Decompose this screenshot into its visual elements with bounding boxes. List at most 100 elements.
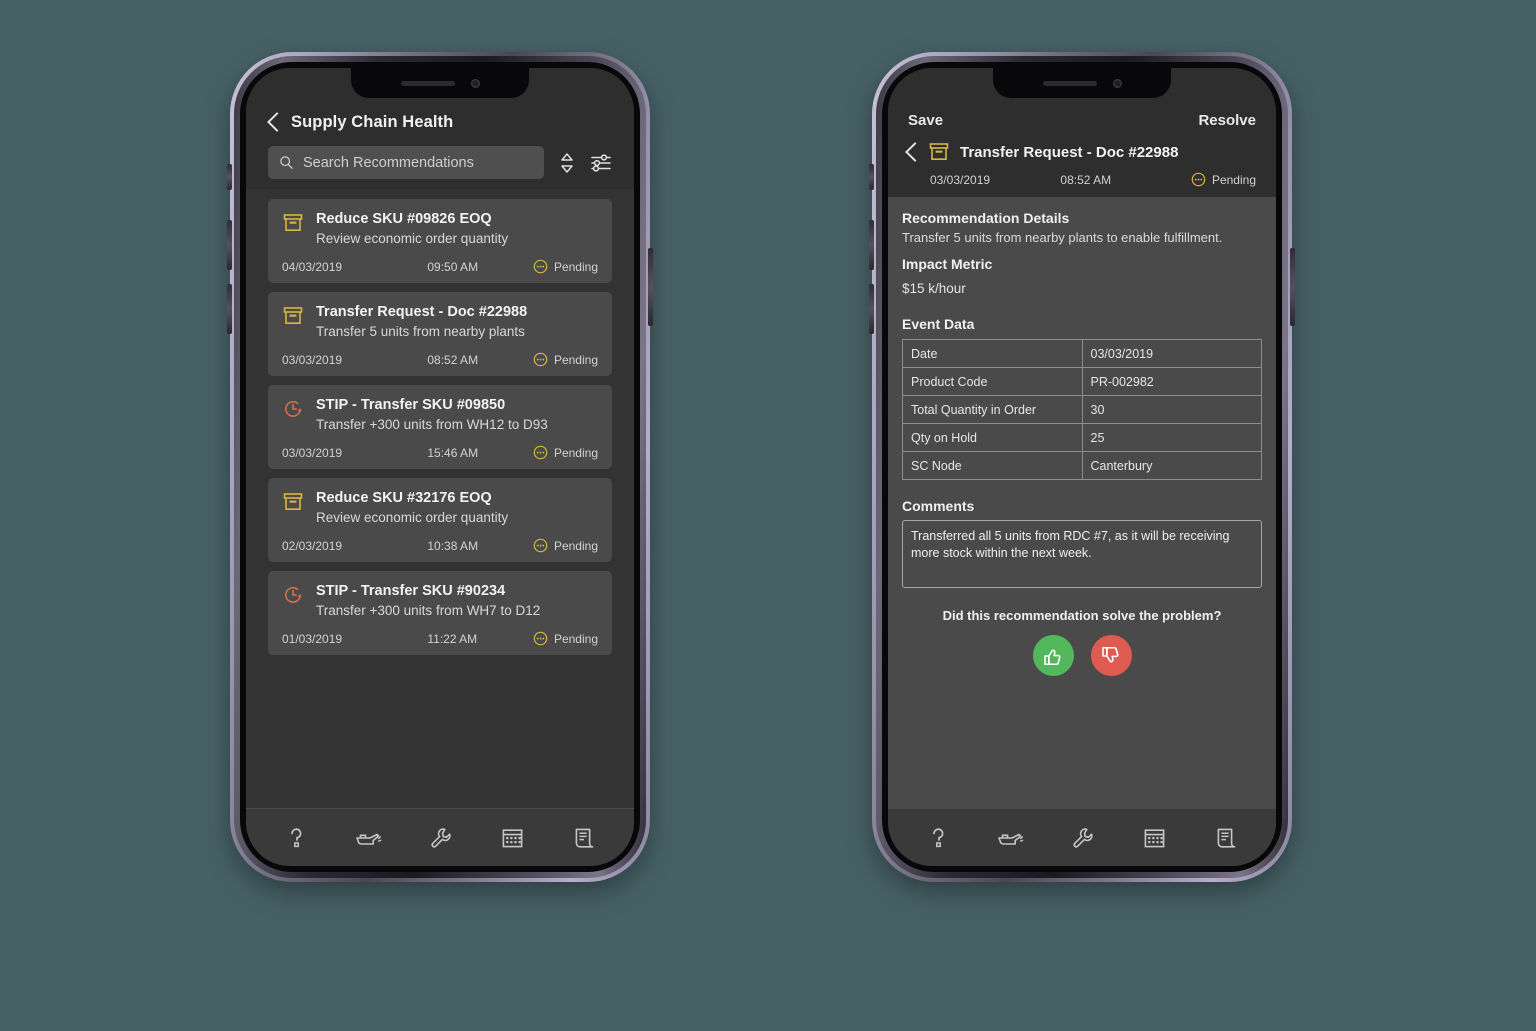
list-item-top: STIP - Transfer SKU #90234 Transfer +300…	[282, 582, 598, 620]
power-button[interactable]	[1290, 248, 1295, 326]
list-item-time: 11:22 AM	[427, 631, 478, 646]
status-badge: Pending	[533, 445, 598, 460]
tab-document[interactable]	[562, 818, 606, 858]
document-receipt-icon	[1217, 828, 1236, 848]
list-item[interactable]: Transfer Request - Doc #22988 Transfer 5…	[268, 292, 612, 376]
table-cell-key: Product Code	[902, 367, 1083, 397]
list-item-time: 15:46 AM	[427, 445, 479, 460]
screen-recommendation-list: Supply Chain Health Search Recommendatio…	[246, 68, 634, 866]
table-cell-value: 25	[1081, 423, 1262, 453]
tab-help[interactable]	[916, 818, 960, 858]
thumbs-down-button[interactable]	[1090, 635, 1132, 677]
clock-history-icon	[285, 400, 302, 417]
filter-sliders-icon[interactable]	[590, 152, 612, 174]
volume-up-button[interactable]	[227, 220, 232, 270]
thumbs-up-icon	[1044, 649, 1061, 665]
thumbs-up-button[interactable]	[1032, 635, 1074, 677]
search-input[interactable]: Search Recommendations	[268, 146, 544, 179]
list-item-meta: 03/03/2019 15:46 AM Pending	[282, 445, 598, 460]
detail-title-row: Transfer Request - Doc #22988	[888, 129, 1276, 163]
feedback-buttons	[902, 635, 1262, 677]
tab-calendar[interactable]	[1132, 818, 1176, 858]
calendar-icon	[502, 828, 522, 847]
status-badge: Pending	[533, 259, 598, 274]
resolve-button[interactable]: Resolve	[1198, 112, 1256, 129]
list-item-time: 09:50 AM	[427, 259, 479, 274]
bottom-tab-bar	[246, 808, 634, 866]
volume-down-button[interactable]	[227, 284, 232, 334]
list-item-top: Transfer Request - Doc #22988 Transfer 5…	[282, 303, 598, 341]
status-badge: Pending	[533, 538, 598, 553]
sort-updown-icon[interactable]	[557, 151, 577, 175]
list-item-subtitle: Transfer +300 units from WH7 to D12	[316, 603, 541, 619]
detail-date: 03/03/2019	[930, 172, 991, 187]
table-cell-value: Canterbury	[1081, 451, 1262, 481]
impact-metric-heading: Impact Metric	[902, 256, 993, 273]
recommendation-details-text: Transfer 5 units from nearby plants to e…	[902, 230, 1223, 245]
comments-textarea[interactable]: Transferred all 5 units from RDC #7, as …	[902, 520, 1262, 589]
status-badge: Pending	[533, 352, 598, 367]
screenshot-stage: Supply Chain Health Search Recommendatio…	[0, 0, 1536, 1031]
status-text: Pending	[553, 538, 598, 553]
volume-up-button[interactable]	[869, 220, 874, 270]
mute-switch[interactable]	[227, 164, 232, 190]
front-camera	[1112, 78, 1122, 88]
list-item[interactable]: Reduce SKU #32176 EOQ Review economic or…	[268, 478, 612, 562]
tab-wrench[interactable]	[418, 818, 462, 858]
earpiece-speaker	[400, 80, 455, 86]
table-row: Qty on Hold 25	[902, 423, 1262, 453]
tab-oil-can[interactable]	[988, 818, 1032, 858]
archive-box-icon	[283, 214, 303, 231]
power-button[interactable]	[648, 248, 653, 326]
search-icon	[280, 156, 293, 169]
chevron-left-icon[interactable]	[268, 112, 280, 132]
table-cell-key: Total Quantity in Order	[902, 395, 1083, 425]
front-camera	[470, 78, 480, 88]
tab-wrench[interactable]	[1060, 818, 1104, 858]
calendar-icon	[1144, 828, 1164, 847]
table-cell-value: PR-002982	[1081, 367, 1262, 397]
list-item-date: 03/03/2019	[282, 445, 343, 460]
wrench-icon	[431, 827, 451, 848]
tab-oil-can[interactable]	[346, 818, 390, 858]
clock-history-icon	[285, 586, 302, 603]
list-item-date: 02/03/2019	[282, 538, 343, 553]
status-text: Pending	[553, 352, 598, 367]
pending-dots-icon	[533, 259, 548, 274]
status-text: Pending	[553, 259, 598, 274]
detail-meta-row: 03/03/2019 08:52 AM Pending	[888, 163, 1276, 187]
question-mark-icon	[290, 827, 301, 847]
recommendation-list[interactable]: Reduce SKU #09826 EOQ Review economic or…	[246, 189, 634, 808]
tab-help[interactable]	[274, 818, 318, 858]
list-item[interactable]: STIP - Transfer SKU #90234 Transfer +300…	[268, 571, 612, 655]
pending-dots-icon	[533, 538, 548, 553]
save-button[interactable]: Save	[908, 112, 943, 129]
list-item-top: Reduce SKU #09826 EOQ Review economic or…	[282, 210, 598, 248]
device-notch	[351, 68, 529, 98]
earpiece-speaker	[1042, 80, 1097, 86]
table-cell-key: SC Node	[902, 451, 1083, 481]
chevron-left-icon[interactable]	[906, 142, 918, 162]
list-item-title: Transfer Request - Doc #22988	[316, 304, 528, 320]
table-cell-value: 30	[1081, 395, 1262, 425]
tab-document[interactable]	[1204, 818, 1248, 858]
event-data-table: Date 03/03/2019 Product Code PR-002982 T…	[902, 339, 1262, 481]
detail-time: 08:52 AM	[1060, 172, 1112, 187]
list-item-meta: 03/03/2019 08:52 AM Pending	[282, 352, 598, 367]
status-badge: Pending	[1191, 172, 1256, 187]
phone-device-list: Supply Chain Health Search Recommendatio…	[227, 52, 653, 882]
tab-calendar[interactable]	[490, 818, 534, 858]
table-row: SC Node Canterbury	[902, 451, 1262, 481]
list-item[interactable]: Reduce SKU #09826 EOQ Review economic or…	[268, 199, 612, 283]
mute-switch[interactable]	[869, 164, 874, 190]
status-text: Pending	[553, 445, 598, 460]
search-placeholder: Search Recommendations	[303, 154, 474, 171]
pending-dots-icon	[1191, 172, 1206, 187]
list-item-subtitle: Transfer 5 units from nearby plants	[316, 324, 525, 340]
volume-down-button[interactable]	[869, 284, 874, 334]
archive-box-icon	[929, 143, 949, 160]
list-item-meta: 04/03/2019 09:50 AM Pending	[282, 259, 598, 274]
status-text: Pending	[553, 631, 598, 646]
status-text: Pending	[1211, 172, 1256, 187]
list-item[interactable]: STIP - Transfer SKU #09850 Transfer +300…	[268, 385, 612, 469]
